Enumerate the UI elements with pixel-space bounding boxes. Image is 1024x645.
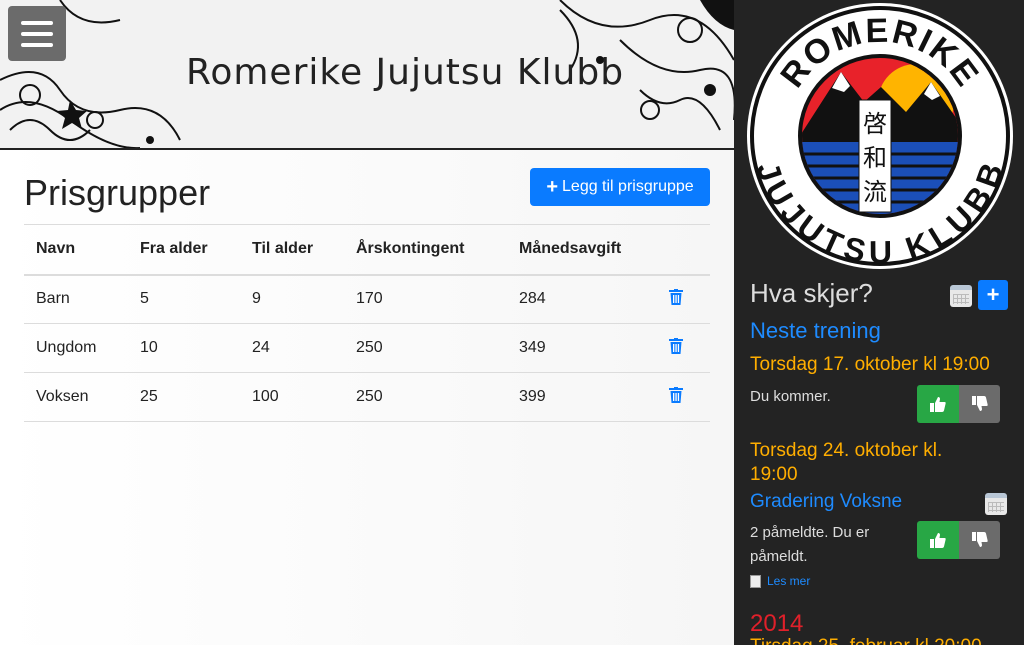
sidebar: 啓 和 流 ROMERIKE JUJUTSU KLUBB Hva skjer? … (734, 0, 1024, 645)
table-row[interactable]: Voksen 25 100 250 399 (24, 372, 710, 422)
add-event-button[interactable]: + (978, 280, 1008, 310)
cell-manedsavgift: 399 (507, 372, 657, 422)
table-row[interactable]: Barn 5 9 170 284 (24, 274, 710, 324)
trash-icon[interactable] (669, 337, 683, 354)
column-header-til-alder[interactable]: Til alder (240, 224, 344, 276)
add-price-group-label: Legg til prisgruppe (562, 178, 694, 195)
thumbs-down-button[interactable] (959, 521, 1000, 559)
registration-vote (917, 521, 1000, 559)
read-more-label: Les mer (767, 574, 811, 588)
menu-bar-icon (21, 20, 53, 25)
document-icon (750, 574, 761, 588)
registration-status-line2: påmeldt. (750, 548, 808, 565)
cell-arskontingent: 170 (344, 274, 507, 324)
add-price-group-button[interactable]: + Legg til prisgruppe (530, 168, 710, 206)
club-logo[interactable]: 啓 和 流 ROMERIKE JUJUTSU KLUBB (746, 2, 1014, 270)
thumbs-down-icon (971, 396, 988, 411)
thumbs-up-icon (930, 397, 946, 412)
hamburger-menu-button[interactable] (8, 6, 66, 61)
trash-icon[interactable] (669, 288, 683, 305)
event-date-line2: 19:00 (750, 464, 798, 485)
thumbs-up-button[interactable] (917, 521, 959, 559)
attendance-status: Du kommer. (750, 388, 831, 405)
year-heading: 2014 (750, 610, 804, 637)
logo-kanji-3: 流 (863, 178, 887, 206)
calendar-icon[interactable] (985, 493, 1007, 515)
cell-navn: Barn (24, 274, 128, 324)
event-title-link[interactable]: Gradering Voksne (750, 491, 902, 513)
next-training-link[interactable]: Neste trening (750, 318, 881, 344)
page-title: Prisgrupper (24, 172, 211, 213)
price-group-table: Navn Fra alder Til alder Årskontingent M… (24, 224, 710, 422)
cell-fra-alder: 10 (128, 323, 240, 373)
trash-icon[interactable] (669, 386, 683, 403)
cell-manedsavgift: 349 (507, 323, 657, 373)
column-header-arskontingent[interactable]: Årskontingent (344, 224, 507, 276)
main-content: Romerike Jujutsu Klubb Prisgrupper + Leg… (0, 0, 734, 645)
column-header-manedsavgift[interactable]: Månedsavgift (507, 224, 657, 276)
header-banner: Romerike Jujutsu Klubb (0, 0, 734, 150)
cell-manedsavgift: 284 (507, 274, 657, 324)
event-date-line1: Torsdag 24. oktober kl. (750, 440, 943, 461)
event-date-partial: Tirsdag 25. februar kl 20:00 (750, 636, 982, 645)
menu-bar-icon (21, 42, 53, 47)
event-date: Torsdag 17. oktober kl 19:00 (750, 354, 990, 375)
cell-arskontingent: 250 (344, 372, 507, 422)
cell-til-alder: 100 (240, 372, 344, 422)
column-header-fra-alder[interactable]: Fra alder (128, 224, 240, 276)
attendance-vote (917, 385, 1000, 423)
plus-icon: + (546, 176, 559, 198)
delete-cell (657, 274, 710, 324)
menu-bar-icon (21, 31, 53, 36)
table-row[interactable]: Ungdom 10 24 250 349 (24, 323, 710, 373)
logo-kanji-1: 啓 (863, 110, 887, 138)
cell-arskontingent: 250 (344, 323, 507, 373)
registration-status-line1: 2 påmeldte. Du er (750, 524, 870, 541)
cell-navn: Ungdom (24, 323, 128, 373)
delete-cell (657, 372, 710, 422)
table-header-row: Navn Fra alder Til alder Årskontingent M… (24, 224, 710, 276)
events-heading: Hva skjer? (750, 278, 873, 308)
delete-cell (657, 323, 710, 373)
calendar-icon[interactable] (950, 285, 972, 307)
cell-fra-alder: 25 (128, 372, 240, 422)
column-header-navn[interactable]: Navn (24, 224, 128, 276)
thumbs-up-button[interactable] (917, 385, 959, 423)
thumbs-down-icon (971, 532, 988, 547)
cell-navn: Voksen (24, 372, 128, 422)
cell-fra-alder: 5 (128, 274, 240, 324)
logo-kanji-2: 和 (863, 144, 887, 172)
site-title: Romerike Jujutsu Klubb (185, 52, 625, 93)
thumbs-down-button[interactable] (959, 385, 1000, 423)
cell-til-alder: 24 (240, 323, 344, 373)
cell-til-alder: 9 (240, 274, 344, 324)
thumbs-up-icon (930, 533, 946, 548)
column-header-actions (657, 224, 710, 276)
read-more-link[interactable]: Les mer (750, 574, 810, 588)
